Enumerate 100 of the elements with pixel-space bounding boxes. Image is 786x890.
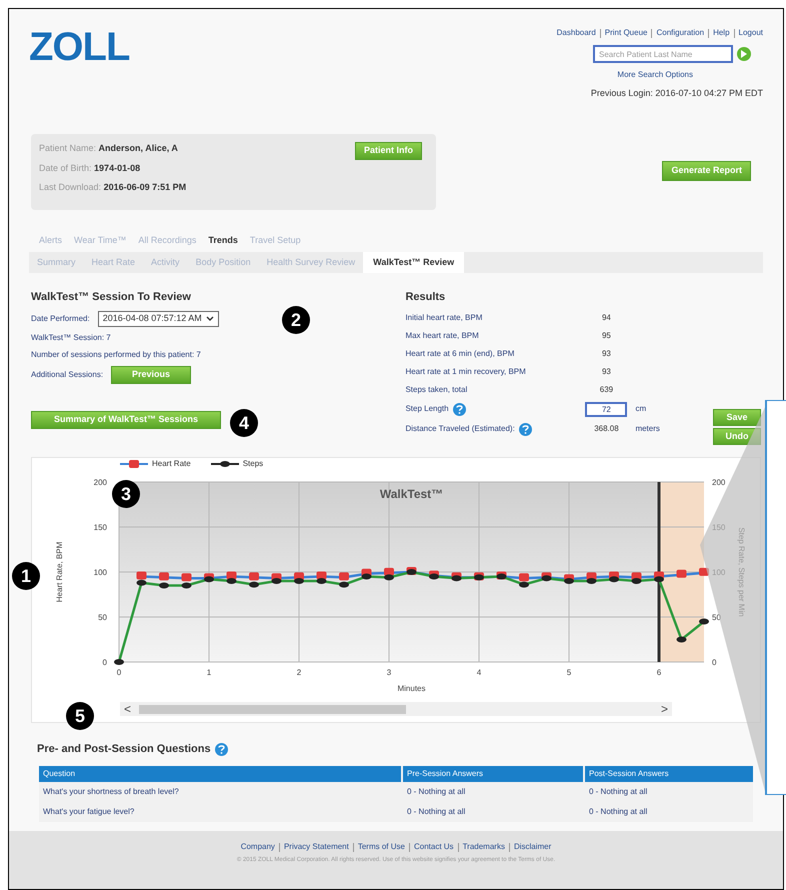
- help-icon[interactable]: [518, 422, 532, 436]
- y2-tick-label: 100: [712, 568, 726, 577]
- round-marker: [632, 578, 642, 584]
- go-icon[interactable]: [737, 47, 751, 61]
- more-search-link[interactable]: More Search Options: [617, 69, 693, 81]
- y2-axis-title: Step Rate, Steps per Min: [737, 527, 746, 617]
- footer-link[interactable]: Privacy Statement: [284, 841, 349, 853]
- round-marker: [676, 636, 686, 642]
- header-link[interactable]: Print Queue: [604, 27, 648, 39]
- table-cell-text: 0 - Nothing at all: [406, 806, 466, 818]
- scroll-left-arrow[interactable]: <: [124, 700, 132, 718]
- legend-swatch-icon: [120, 460, 148, 468]
- unit-label: cm: [635, 403, 646, 415]
- y2-tick-label: 150: [712, 523, 726, 532]
- scrollbar-thumb[interactable]: [139, 704, 406, 714]
- result-value: 95: [600, 330, 612, 342]
- result-label: Heart rate at 1 min recovery, BPM: [405, 366, 526, 378]
- nav-tab[interactable]: Trends: [208, 234, 238, 248]
- y2-tick-label: 50: [712, 613, 721, 622]
- footer-link[interactable]: Company: [240, 841, 275, 853]
- footer-link[interactable]: Disclaimer: [514, 841, 552, 853]
- round-marker: [496, 574, 506, 580]
- x-tick-label: 0: [116, 668, 122, 677]
- scroll-right-arrow[interactable]: >: [660, 700, 668, 718]
- header-link[interactable]: Configuration: [656, 27, 704, 39]
- legend-label: Heart Rate: [152, 458, 191, 470]
- result-label: Max heart rate, BPM: [405, 330, 479, 342]
- unit-label: meters: [635, 423, 660, 435]
- x-tick-label: 1: [206, 668, 212, 677]
- round-marker: [406, 569, 416, 575]
- square-marker: [676, 570, 686, 578]
- chart-title: WalkTest™: [380, 487, 444, 501]
- round-marker: [609, 576, 619, 582]
- patient-field: Patient Name: Anderson, Alice, A: [39, 142, 186, 156]
- header-link[interactable]: Help: [713, 27, 730, 39]
- footer-link[interactable]: Trademarks: [462, 841, 505, 853]
- column-header: Pre-Session Answers: [403, 766, 583, 782]
- round-marker: [159, 582, 169, 588]
- footer-link[interactable]: Terms of Use: [358, 841, 405, 853]
- chevron-down-icon: [206, 316, 214, 322]
- y-tick-label: 200: [94, 478, 107, 487]
- date-label: Date Performed:: [31, 312, 90, 324]
- sub-tab[interactable]: WalkTest™ Review: [363, 252, 464, 273]
- help-icon[interactable]: [214, 742, 228, 756]
- header-link[interactable]: Dashboard: [556, 27, 596, 39]
- round-marker: [136, 580, 146, 586]
- round-marker: [226, 578, 236, 584]
- result-label: Steps taken, total: [405, 384, 468, 396]
- round-marker: [339, 582, 349, 588]
- round-marker: [654, 576, 664, 582]
- x-tick-label: 2: [296, 668, 302, 677]
- round-marker: [362, 574, 372, 580]
- result-label: Step Length: [405, 403, 449, 415]
- y-tick-label: 150: [94, 523, 107, 532]
- legend-swatch-icon: [210, 460, 239, 468]
- footer-link[interactable]: Contact Us: [414, 841, 454, 853]
- column-header: Post-Session Answers: [585, 766, 753, 782]
- result-label: Initial heart rate, BPM: [405, 312, 482, 324]
- result-value: 94: [600, 312, 612, 324]
- patient-field: Last Download: 2016-06-09 7:51 PM: [39, 181, 186, 194]
- column-header: Question: [39, 766, 401, 782]
- table-cell-text: 0 - Nothing at all: [588, 806, 648, 818]
- session-info: WalkTest™ Session: 7: [31, 332, 111, 344]
- round-marker: [294, 578, 304, 584]
- questions-title: Pre- and Post-Session Questions: [37, 742, 211, 757]
- table-cell-text: What's your shortness of breath level?: [42, 786, 180, 798]
- header-link[interactable]: Logout: [738, 27, 763, 39]
- patient-field: Date of Birth: 1974-01-08: [39, 162, 186, 175]
- result-value: 368.08: [593, 423, 620, 435]
- round-marker: [384, 574, 394, 580]
- table-cell-text: 0 - Nothing at all: [406, 786, 466, 798]
- round-marker: [586, 578, 596, 584]
- search-field[interactable]: Search Patient Last Name: [593, 45, 733, 63]
- x-tick-label: 5: [566, 668, 572, 677]
- additional-label: Additional Sessions:: [31, 368, 104, 380]
- y2-tick-label: 0: [712, 658, 716, 667]
- session-title: WalkTest™ Session To Review: [31, 290, 192, 305]
- step-length-field[interactable]: 72: [585, 402, 628, 416]
- result-value: 93: [600, 348, 612, 360]
- help-icon[interactable]: [452, 402, 466, 416]
- round-marker: [204, 576, 214, 582]
- round-marker: [542, 575, 552, 582]
- y2-tick-label: 200: [712, 478, 726, 487]
- round-marker: [316, 578, 326, 584]
- result-label: Distance Traveled (Estimated):: [405, 423, 515, 435]
- x-tick-label: 6: [656, 668, 662, 677]
- zoll-logo: ZOLL: [29, 27, 130, 71]
- round-marker: [249, 582, 259, 588]
- x-tick-label: 4: [476, 668, 482, 677]
- square-marker: [136, 572, 146, 580]
- round-marker: [699, 618, 709, 624]
- y-tick-label: 100: [94, 568, 107, 577]
- date-select[interactable]: 2016-04-08 07:57:12 AM: [98, 310, 219, 326]
- legend-label: Steps: [242, 458, 264, 470]
- round-marker: [452, 575, 462, 582]
- session-info: Number of sessions performed by this patient: 7: [31, 348, 201, 360]
- x-tick-label: 3: [386, 668, 392, 677]
- result-value: 93: [600, 366, 612, 378]
- y-tick-label: 0: [102, 658, 107, 667]
- round-marker: [114, 659, 124, 665]
